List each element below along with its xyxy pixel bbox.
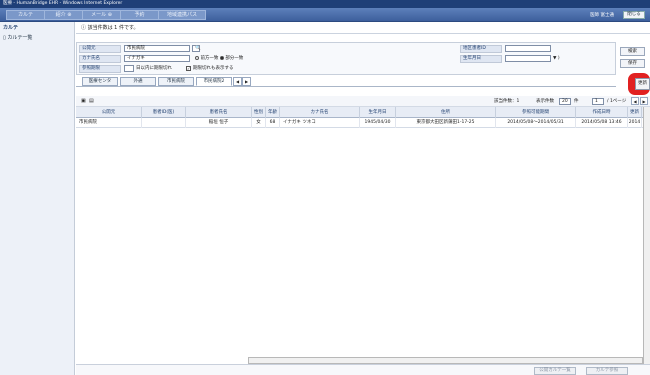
next-page-icon[interactable]: ▶ [640, 97, 648, 105]
col-age[interactable]: 年齢 [266, 107, 280, 118]
search-form: 公開元 市民病院 🔍 カナ氏名 イナガキ 前方一致 部分一致 参照期限 日以内に… [76, 42, 616, 75]
sidebar-title: カルテ [3, 25, 19, 31]
prefix-match-label: 前方一致 [200, 56, 219, 61]
page-number-input[interactable]: 1 [592, 98, 604, 105]
birthday-input[interactable] [505, 55, 551, 62]
sidebar-item-karte-list[interactable]: ▯ カルテ一覧 [0, 33, 74, 42]
patient-id-label: 地区患者ID [460, 45, 502, 53]
public-karte-list-button[interactable]: 公開カルテ一覧 [534, 367, 576, 375]
kana-name-input[interactable]: イナガキ [124, 55, 190, 62]
filter-tab-outpatient[interactable]: 外通 [120, 77, 156, 86]
page-total: / 1ページ [607, 99, 627, 104]
export-icon[interactable]: ▤ [89, 98, 94, 104]
col-hospital[interactable]: 公開元 [76, 107, 142, 118]
cell-hospital: 市民病院 [76, 118, 142, 128]
hospital-search-icon[interactable]: 🔍 [192, 45, 201, 52]
cell-updated: 2014 [628, 118, 642, 128]
cell-address: 東京都大田区新蒲田1-17-25 [396, 118, 496, 128]
col-updated[interactable]: 更新 [628, 107, 642, 118]
hospital-filter-tabs: 医療センタ 外通 市民病院 市民病院2 ◀ ▶ [76, 76, 616, 87]
update-button[interactable]: 更新 [635, 78, 650, 90]
tab-scroll-right-icon[interactable]: ▶ [242, 77, 251, 86]
window-title-bar: 医療 - HumanBridge EHR - Windows Internet … [0, 0, 650, 8]
birthday-label: 生年月日 [460, 55, 502, 63]
table-header: 公開元 患者ID(医) 患者氏名 性別 年齢 カナ氏名 生年月日 住所 参照可能… [76, 107, 650, 118]
patient-id-input[interactable] [505, 45, 551, 52]
match-options: 前方一致 部分一致 [195, 55, 243, 62]
filter-tab-city-hospital[interactable]: 市民病院 [158, 77, 194, 86]
cell-kana-name: イナガキ ツネコ [280, 118, 360, 128]
print-icon[interactable]: ▣ [81, 98, 86, 104]
sidebar: カルテ ▯ カルテ一覧 [0, 22, 75, 375]
footer-bar: 公開カルテ一覧 カルテ参照 [76, 364, 650, 375]
status-message: ⓘ 該当件数は 1 件です。 [76, 22, 650, 34]
days-input[interactable] [124, 65, 134, 72]
cell-patient-id [142, 118, 186, 128]
save-button[interactable]: 保存 [620, 59, 645, 68]
partial-match-label: 部分一致 [225, 56, 244, 61]
filter-tab-city-hospital-2[interactable]: 市民病院2 [196, 77, 232, 86]
karte-reference-button[interactable]: カルテ参照 [586, 367, 628, 375]
tab-scroll-left-icon[interactable]: ◀ [233, 77, 242, 86]
cell-sex: 女 [252, 118, 266, 128]
cell-birthday: 1945/04/30 [360, 118, 396, 128]
tab-regional-pathway[interactable]: 地域連携パス [158, 10, 206, 20]
vertical-scrollbar[interactable] [643, 107, 650, 364]
partial-match-radio[interactable] [219, 55, 224, 60]
prev-page-icon[interactable]: ◀ [631, 97, 639, 105]
birthday-dropdown-icon[interactable]: ▼ ) [553, 55, 560, 62]
per-page-label: 表示件数 [536, 99, 554, 104]
tab-karte[interactable]: カルテ [6, 10, 45, 20]
sidebar-item-label: カルテ一覧 [7, 35, 33, 41]
cell-created-at: 2014/05/08 13:46 [576, 118, 628, 128]
cell-reference-period: 2014/05/08～2014/05/31 [496, 118, 576, 128]
table-row[interactable]: 市民病院 稲垣 恒子 女 68 イナガキ ツネコ 1945/04/30 東京都大… [76, 118, 650, 128]
col-address[interactable]: 住所 [396, 107, 496, 118]
col-sex[interactable]: 性別 [252, 107, 266, 118]
per-page-select[interactable]: 20 [559, 98, 571, 105]
window-title: 医療 - HumanBridge EHR - Windows Internet … [3, 1, 123, 6]
col-birthday[interactable]: 生年月日 [360, 107, 396, 118]
hospital-label: 公開元 [79, 45, 121, 53]
search-button[interactable]: 検索 [620, 47, 645, 56]
user-name: 医師 富士通 [590, 13, 614, 18]
filter-tab-medical-center[interactable]: 医療センタ [82, 77, 118, 86]
prefix-match-radio[interactable] [195, 55, 199, 60]
cell-age: 68 [266, 118, 280, 128]
kana-label: カナ氏名 [79, 55, 121, 63]
period-days-text: 日以内に期限切れ [136, 66, 172, 71]
tab-mail[interactable]: メール ⊕ [82, 10, 121, 20]
show-expired-checkbox[interactable]: ✓ [186, 66, 191, 71]
period-label: 参照期限 [79, 65, 121, 73]
col-created-at[interactable]: 作成日時 [576, 107, 628, 118]
tab-reservation[interactable]: 予約 [120, 10, 159, 20]
result-toolbar: ▣ ▤ 該当件数：1 表示件数 20 件 1 / 1ページ ◀ ▶ [76, 96, 650, 107]
col-patient-name[interactable]: 患者氏名 [186, 107, 252, 118]
show-expired-label: 期限切れも表示する [193, 66, 234, 71]
cell-patient-name: 稲垣 恒子 [186, 118, 252, 128]
hospital-input[interactable]: 市民病院 [124, 45, 190, 52]
col-kana-name[interactable]: カナ氏名 [280, 107, 360, 118]
result-count: 該当件数：1 [494, 99, 520, 104]
col-reference-period[interactable]: 参照可能期間 [496, 107, 576, 118]
tab-referral[interactable]: 紹介 ⊕ [44, 10, 83, 20]
close-button[interactable]: 閉じる [623, 11, 645, 19]
horizontal-scrollbar[interactable] [248, 357, 643, 364]
top-navigation: カルテ 紹介 ⊕ メール ⊕ 予約 地域連携パス 医師 富士通 閉じる [0, 8, 650, 22]
col-patient-id[interactable]: 患者ID(医) [142, 107, 186, 118]
per-page-suffix: 件 [574, 99, 579, 104]
